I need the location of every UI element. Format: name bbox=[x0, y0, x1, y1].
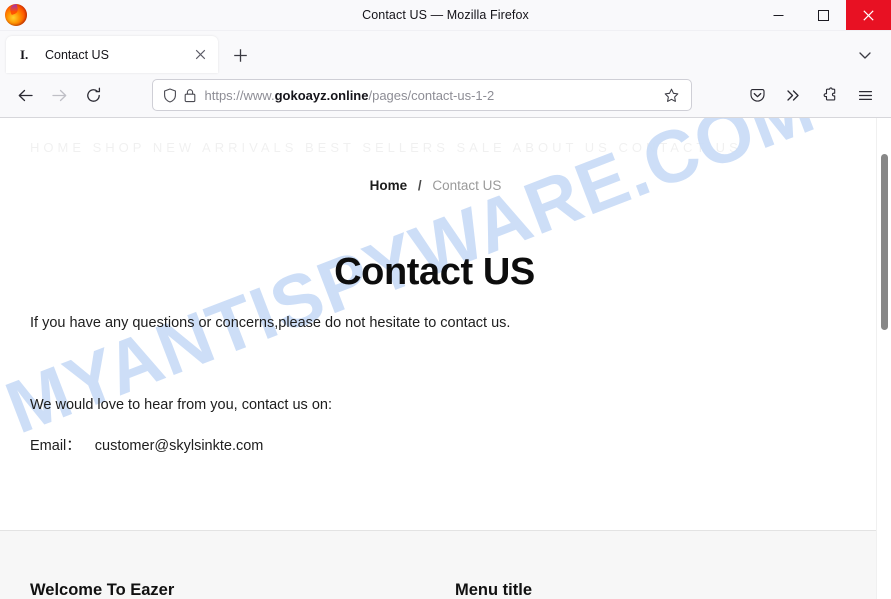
breadcrumb-home-link[interactable]: Home bbox=[370, 178, 408, 193]
tab-contact-us[interactable]: I. Contact US bbox=[6, 36, 218, 73]
footer-column-2-title: Menu title bbox=[455, 581, 532, 599]
paragraph-questions: If you have any questions or concerns,pl… bbox=[30, 315, 511, 331]
footer-column-menu: Menu title bbox=[455, 581, 861, 599]
footer-columns: Welcome To Eazer Menu title bbox=[30, 581, 861, 599]
forward-button[interactable] bbox=[42, 78, 76, 112]
pocket-icon[interactable] bbox=[739, 78, 775, 112]
new-tab-button[interactable] bbox=[224, 39, 256, 71]
window-titlebar: Contact US — Mozilla Firefox bbox=[0, 0, 891, 31]
tab-close-icon[interactable] bbox=[191, 45, 210, 64]
page-content: Home / Contact US Contact US If you have… bbox=[0, 118, 891, 599]
toolbar-right-buttons bbox=[739, 78, 883, 112]
web-page: HOME SHOP NEW ARRIVALS BEST SELLERS SALE… bbox=[0, 118, 891, 599]
footer-column-welcome: Welcome To Eazer bbox=[30, 581, 455, 599]
padlock-icon[interactable] bbox=[184, 88, 196, 103]
back-button[interactable] bbox=[8, 78, 42, 112]
window-close-button[interactable] bbox=[846, 0, 891, 30]
browser-viewport: HOME SHOP NEW ARRIVALS BEST SELLERS SALE… bbox=[0, 118, 891, 599]
url-address-bar[interactable]: https://www.gokoayz.online/pages/contact… bbox=[151, 79, 692, 111]
extensions-puzzle-icon[interactable] bbox=[811, 78, 847, 112]
list-all-tabs-button[interactable] bbox=[851, 41, 879, 69]
email-address-value: customer@skylsinkte.com bbox=[94, 438, 264, 454]
window-controls bbox=[756, 0, 891, 30]
paragraph-contact-invite: We would love to hear from you, contact … bbox=[30, 397, 332, 413]
hamburger-menu-icon[interactable] bbox=[847, 78, 883, 112]
bookmark-star-icon[interactable] bbox=[661, 84, 683, 106]
footer-column-1-title: Welcome To Eazer bbox=[30, 581, 175, 599]
paragraph-email: Email： customer@skylsinkte.com bbox=[30, 436, 263, 457]
reload-button[interactable] bbox=[76, 78, 110, 112]
breadcrumb-current-page: Contact US bbox=[432, 178, 502, 193]
window-maximize-button[interactable] bbox=[801, 0, 846, 30]
tab-title: Contact US bbox=[45, 47, 109, 62]
breadcrumb: Home / Contact US bbox=[0, 178, 871, 193]
tracking-protection-shield-icon[interactable] bbox=[163, 87, 177, 103]
window-minimize-button[interactable] bbox=[756, 0, 801, 30]
tab-favicon-icon: I. bbox=[20, 47, 29, 62]
navigation-toolbar: https://www.gokoayz.online/pages/contact… bbox=[0, 73, 891, 118]
email-label: Email： bbox=[30, 438, 81, 454]
double-chevron-icon[interactable] bbox=[775, 78, 811, 112]
site-footer: Welcome To Eazer Menu title bbox=[0, 530, 891, 599]
page-vertical-scrollbar[interactable] bbox=[876, 118, 891, 599]
breadcrumb-separator: / bbox=[417, 178, 422, 193]
firefox-logo-icon bbox=[5, 4, 27, 26]
url-text[interactable]: https://www.gokoayz.online/pages/contact… bbox=[205, 88, 661, 103]
browser-window: Contact US — Mozilla Firefox I. Contact … bbox=[0, 0, 891, 599]
scrollbar-thumb[interactable] bbox=[881, 154, 888, 330]
tab-strip: I. Contact US bbox=[0, 31, 891, 73]
page-title: Contact US bbox=[334, 251, 535, 294]
